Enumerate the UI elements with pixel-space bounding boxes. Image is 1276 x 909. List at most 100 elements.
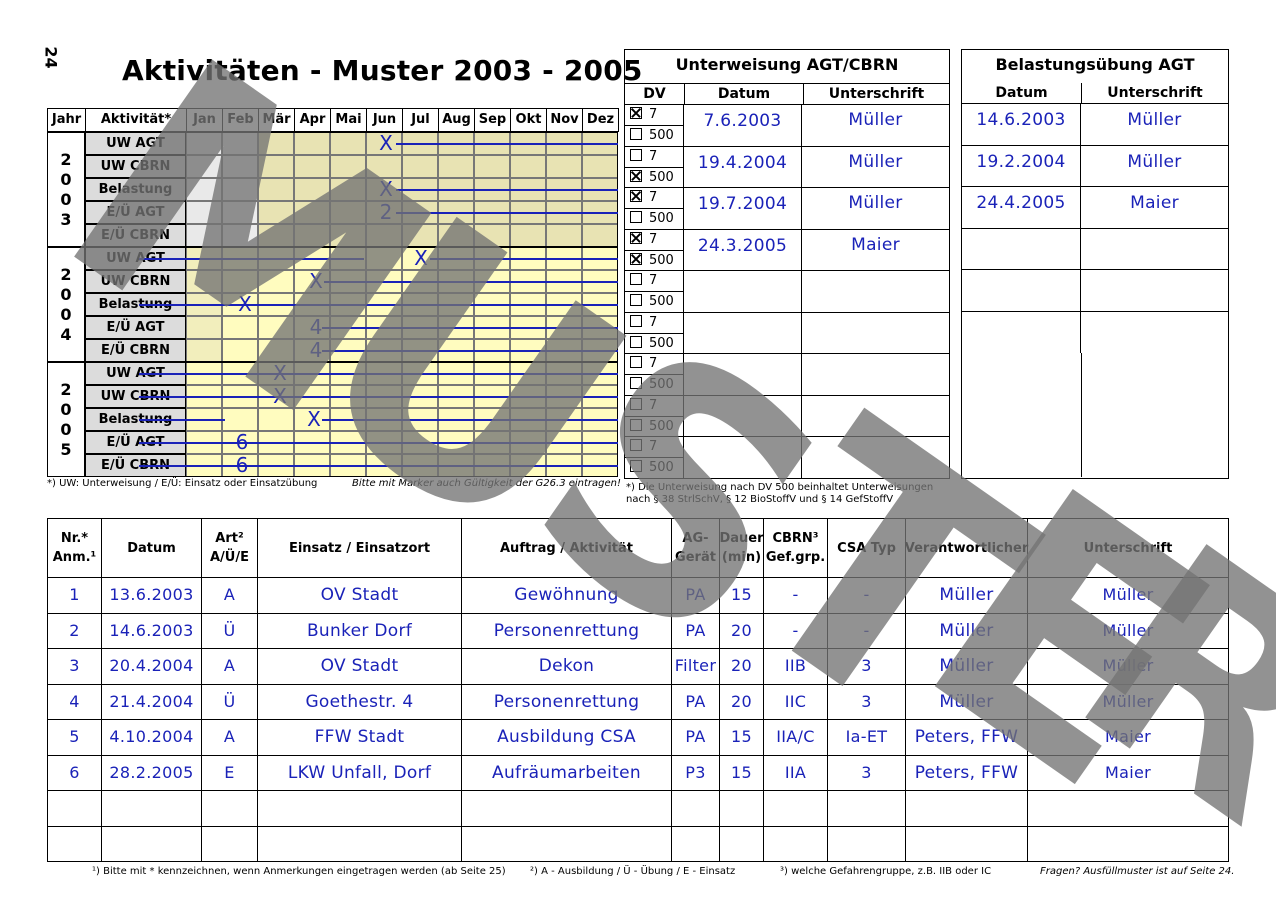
cell-art[interactable]	[202, 826, 258, 862]
cell-datum[interactable]: 13.6.2003	[102, 578, 202, 613]
cell-auftrag[interactable]: Personenrettung	[462, 613, 672, 648]
dv-checkbox[interactable]	[630, 107, 642, 119]
cell-ort[interactable]	[258, 826, 462, 862]
month-cell[interactable]	[366, 247, 402, 270]
cell-verantwortlich[interactable]: Peters, FFW	[906, 755, 1028, 790]
cell-unterschrift[interactable]: Müller	[1028, 578, 1228, 613]
month-cell[interactable]	[294, 224, 330, 247]
cell-ort[interactable]: OV Stadt	[258, 649, 462, 684]
uw-unterschrift[interactable]	[802, 437, 949, 479]
cell-cbrn[interactable]: IIA	[764, 755, 828, 790]
cell-ort[interactable]: Bunker Dorf	[258, 613, 462, 648]
dv-checkbox[interactable]	[630, 356, 642, 368]
uw-unterschrift[interactable]: Maier	[802, 230, 949, 271]
bel-datum[interactable]: 24.4.2005	[962, 187, 1081, 228]
uw-unterschrift[interactable]: Müller	[802, 105, 949, 146]
cell-nr[interactable]: 6	[48, 755, 102, 790]
cell-verantwortlich[interactable]: Müller	[906, 649, 1028, 684]
month-cell[interactable]	[222, 155, 258, 178]
month-cell[interactable]	[222, 316, 258, 339]
cell-datum[interactable]: 4.10.2004	[102, 720, 202, 755]
month-cell[interactable]	[582, 224, 618, 247]
cell-dauer[interactable]: 15	[720, 755, 764, 790]
month-cell[interactable]	[258, 201, 294, 224]
month-cell[interactable]	[438, 224, 474, 247]
cell-csa[interactable]: -	[828, 578, 906, 613]
month-cell[interactable]	[294, 132, 330, 155]
uw-datum[interactable]	[684, 271, 802, 312]
cell-unterschrift[interactable]	[1028, 827, 1228, 863]
month-cell[interactable]	[546, 155, 582, 178]
uw-datum[interactable]: 19.7.2004	[684, 188, 802, 229]
dv-checkbox[interactable]	[630, 231, 642, 244]
month-cell[interactable]	[474, 224, 510, 247]
month-cell[interactable]	[186, 132, 222, 155]
cell-cbrn[interactable]	[764, 791, 828, 826]
cell-ort[interactable]: OV Stadt	[258, 578, 462, 613]
month-cell[interactable]	[258, 339, 294, 362]
bel-unterschrift[interactable]	[1081, 229, 1228, 270]
cell-unterschrift[interactable]: Müller	[1028, 614, 1228, 649]
cell-csa[interactable]	[828, 826, 906, 862]
cell-csa[interactable]: 3	[828, 755, 906, 790]
month-cell[interactable]	[186, 201, 222, 224]
month-cell[interactable]	[330, 224, 366, 247]
dv-checkbox[interactable]	[630, 148, 642, 161]
month-cell[interactable]	[330, 178, 366, 201]
cell-auftrag[interactable]: Aufräumarbeiten	[462, 755, 672, 790]
uw-unterschrift[interactable]: Müller	[802, 147, 949, 188]
cell-csa[interactable]: Ia-ET	[828, 720, 906, 755]
dv-checkbox[interactable]	[630, 439, 642, 451]
cell-auftrag[interactable]	[462, 826, 672, 862]
bel-unterschrift[interactable]: Maier	[1081, 187, 1228, 228]
cell-unterschrift[interactable]: Maier	[1028, 720, 1228, 755]
month-cell[interactable]	[222, 201, 258, 224]
cell-art[interactable]: Ü	[202, 613, 258, 648]
cell-dauer[interactable]	[720, 826, 764, 862]
uw-datum[interactable]	[684, 312, 802, 353]
dv-checkbox[interactable]	[630, 377, 642, 389]
month-cell[interactable]	[258, 132, 294, 155]
cell-cbrn[interactable]: IIB	[764, 649, 828, 684]
cell-verantwortlich[interactable]: Peters, FFW	[906, 720, 1028, 755]
uw-unterschrift[interactable]	[802, 271, 949, 312]
month-cell[interactable]	[366, 224, 402, 247]
month-cell[interactable]	[186, 224, 222, 247]
cell-geraet[interactable]: P3	[672, 755, 720, 790]
cell-art[interactable]: A	[202, 649, 258, 684]
cell-auftrag[interactable]	[462, 791, 672, 826]
month-cell[interactable]	[186, 339, 222, 362]
cell-geraet[interactable]	[672, 791, 720, 826]
month-cell[interactable]	[402, 224, 438, 247]
cell-verantwortlich[interactable]: Müller	[906, 684, 1028, 719]
month-cell[interactable]	[186, 270, 222, 293]
month-cell[interactable]	[258, 408, 294, 431]
bel-datum[interactable]: 14.6.2003	[962, 104, 1081, 145]
cell-ort[interactable]	[258, 791, 462, 826]
dv-checkbox[interactable]	[630, 273, 642, 285]
cell-datum[interactable]	[102, 791, 202, 826]
cell-datum[interactable]: 28.2.2005	[102, 755, 202, 790]
cell-datum[interactable]	[102, 826, 202, 862]
month-cell[interactable]	[582, 155, 618, 178]
bel-datum[interactable]	[962, 270, 1081, 311]
cell-art[interactable]	[202, 791, 258, 826]
uw-unterschrift[interactable]	[802, 354, 949, 395]
cell-nr[interactable]: 5	[48, 720, 102, 755]
cell-csa[interactable]: 3	[828, 649, 906, 684]
dv-checkbox[interactable]	[630, 169, 642, 182]
uw-datum[interactable]: 24.3.2005	[684, 229, 802, 270]
month-cell[interactable]	[294, 155, 330, 178]
bel-unterschrift[interactable]: Müller	[1081, 104, 1228, 145]
uw-datum[interactable]	[684, 437, 802, 479]
dv-checkbox[interactable]	[630, 314, 642, 327]
month-cell[interactable]	[222, 178, 258, 201]
uw-datum[interactable]	[684, 395, 802, 436]
cell-nr[interactable]: 1	[48, 578, 102, 613]
cell-verantwortlich[interactable]	[906, 791, 1028, 826]
cell-unterschrift[interactable]: Müller	[1028, 685, 1228, 720]
cell-datum[interactable]: 21.4.2004	[102, 684, 202, 719]
uw-unterschrift[interactable]: Müller	[802, 188, 949, 229]
cell-dauer[interactable]: 15	[720, 720, 764, 755]
cell-auftrag[interactable]: Dekon	[462, 649, 672, 684]
